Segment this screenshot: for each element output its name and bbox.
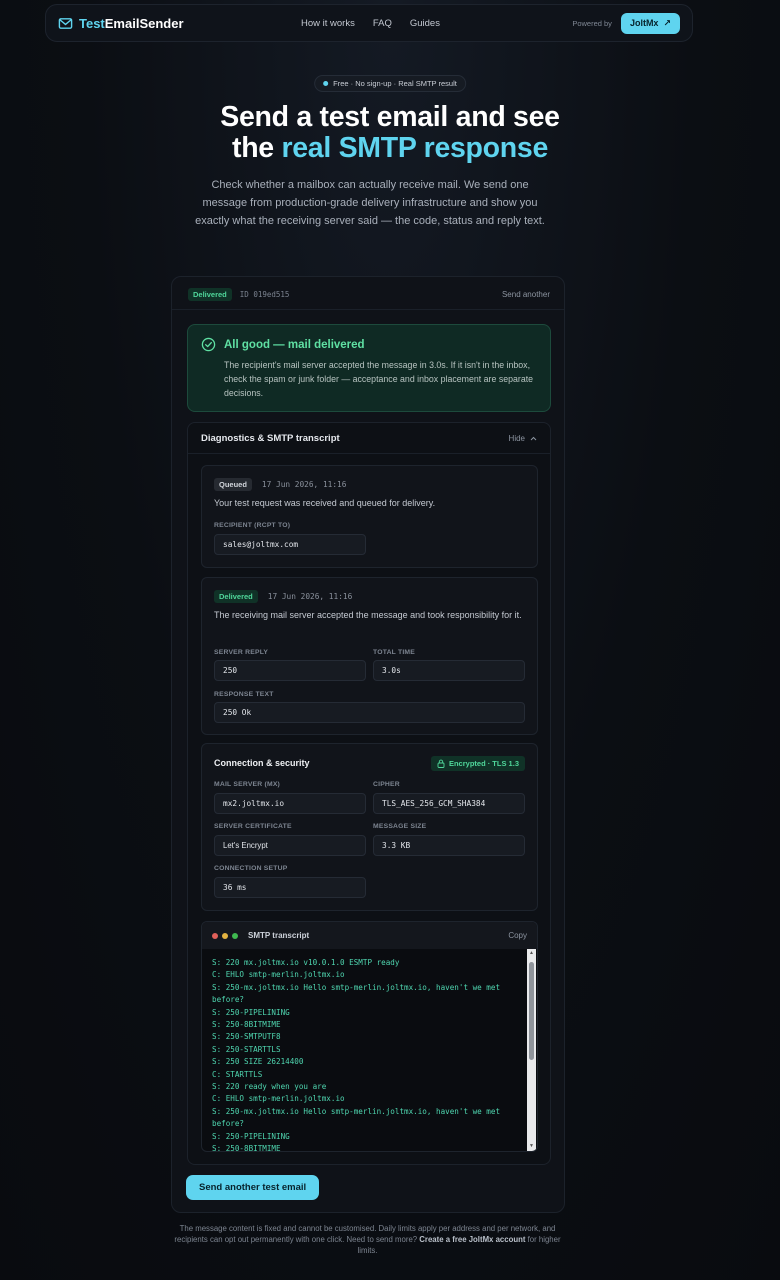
- create-account-link[interactable]: Create a free JoltMx account: [419, 1235, 525, 1244]
- pill-dot-icon: [323, 81, 329, 86]
- message-id: ID 019ed515: [239, 289, 290, 299]
- window-dot-green-icon: [232, 932, 238, 939]
- feature-pill: Free · No sign-up · Real SMTP result: [314, 75, 466, 92]
- server-reply-label: SERVER REPLY: [214, 649, 269, 656]
- message-size-label: MESSAGE SIZE: [373, 823, 427, 830]
- pill-text: Free · No sign-up · Real SMTP result: [333, 79, 457, 88]
- chevron-up-icon: [530, 436, 537, 441]
- recipient-label: RECIPIENT (RCPT TO): [214, 522, 291, 529]
- logo[interactable]: TestEmailSender: [58, 16, 184, 31]
- event-delivered: Delivered 17 Jun 2026, 11:16 The receivi…: [201, 577, 538, 735]
- delivered-badge: Delivered: [214, 590, 258, 603]
- logo-text-emailsender: EmailSender: [104, 15, 184, 31]
- server-reply-field: 250: [214, 660, 366, 681]
- page-title: Send a test email and see the real SMTP …: [0, 102, 780, 164]
- result-card: Delivered ID 019ed515 Send another All g…: [171, 276, 565, 1213]
- scrollbar-thumb[interactable]: [529, 962, 534, 1060]
- connection-setup-field: 36 ms: [214, 877, 366, 898]
- page-title-line1: Send a test email and see: [220, 101, 560, 133]
- success-alert: All good — mail delivered The recipient'…: [187, 324, 551, 412]
- divider: [188, 453, 550, 454]
- encrypted-badge-label: Encrypted · TLS 1.3: [448, 759, 519, 768]
- window-dot-yellow-icon: [222, 932, 228, 939]
- scroll-down-icon[interactable]: ▼: [529, 1144, 534, 1149]
- send-another-test-button[interactable]: Send another test email: [186, 1175, 320, 1200]
- nav-link-how-it-works[interactable]: How it works: [301, 18, 355, 29]
- queued-timestamp: 17 Jun 2026, 11:16: [261, 480, 347, 489]
- lock-icon: [437, 759, 445, 768]
- joltmx-button[interactable]: JoltMx ↗: [620, 12, 680, 34]
- status-badge: Delivered: [188, 287, 232, 301]
- nav-right: Powered by JoltMx ↗: [572, 12, 680, 34]
- page-title-line2-plain: the: [232, 132, 282, 164]
- success-title: All good — mail delivered: [224, 339, 365, 351]
- divider: [172, 309, 564, 310]
- top-nav: TestEmailSender How it works FAQ Guides …: [45, 4, 693, 42]
- event-queued: Queued 17 Jun 2026, 11:16 Your test requ…: [201, 465, 538, 568]
- hide-label: Hide: [508, 434, 525, 443]
- total-time-field: 3.0s: [373, 660, 525, 681]
- smtp-transcript: SMTP transcript Copy S: 220 mx.joltmx.io…: [201, 921, 538, 1152]
- transcript-title: SMTP transcript: [248, 931, 310, 940]
- scroll-up-icon[interactable]: ▲: [529, 951, 534, 956]
- nav-links: How it works FAQ Guides: [301, 18, 440, 29]
- delivered-text: The receiving mail server accepted the m…: [214, 610, 522, 620]
- response-text-label: RESPONSE TEXT: [214, 691, 274, 698]
- page-title-line2-accent: real SMTP response: [281, 132, 548, 164]
- result-header: Delivered ID 019ed515 Send another: [188, 287, 550, 301]
- security-title: Connection & security: [214, 758, 310, 768]
- mx-field: mx2.joltmx.io: [214, 793, 366, 814]
- transcript-toolbar: SMTP transcript Copy: [202, 922, 537, 949]
- recipient-field: sales@joltmx.com: [214, 534, 366, 555]
- delivered-timestamp: 17 Jun 2026, 11:16: [267, 592, 353, 601]
- transcript-body: S: 220 mx.joltmx.io v10.0.1.0 ESMTP read…: [212, 958, 501, 1152]
- window-dot-red-icon: [212, 932, 218, 939]
- footer-note: The message content is fixed and cannot …: [165, 1223, 570, 1256]
- cipher-label: CIPHER: [373, 781, 400, 788]
- powered-by-label: Powered by: [572, 18, 612, 28]
- diagnostics-panel: Diagnostics & SMTP transcript Hide Queue…: [187, 422, 551, 1165]
- page-subtitle: Check whether a mailbox can actually rec…: [195, 179, 545, 227]
- mx-label: MAIL SERVER (MX): [214, 781, 281, 788]
- connection-security: Connection & security Encrypted · TLS 1.…: [201, 743, 538, 911]
- cipher-field: TLS_AES_256_GCM_SHA384: [373, 793, 525, 814]
- certificate-field: Let's Encrypt: [214, 835, 366, 856]
- queued-text: Your test request was received and queue…: [214, 498, 436, 508]
- copy-button[interactable]: Copy: [508, 931, 527, 940]
- success-body: The recipient's mail server accepted the…: [224, 360, 534, 398]
- connection-setup-label: CONNECTION SETUP: [214, 865, 288, 872]
- certificate-label: SERVER CERTIFICATE: [214, 823, 292, 830]
- message-size-field: 3.3 KB: [373, 835, 525, 856]
- check-circle-icon: [201, 337, 216, 352]
- logo-text-test: Test: [79, 15, 105, 31]
- joltmx-button-label: JoltMx: [629, 18, 659, 28]
- diagnostics-title: Diagnostics & SMTP transcript: [201, 433, 340, 444]
- queued-badge: Queued: [214, 478, 252, 491]
- nav-link-faq[interactable]: FAQ: [373, 18, 392, 29]
- send-another-link[interactable]: Send another: [502, 290, 550, 299]
- nav-link-guides[interactable]: Guides: [410, 18, 440, 29]
- encrypted-badge: Encrypted · TLS 1.3: [430, 756, 525, 771]
- response-text-field: 250 Ok: [214, 702, 525, 723]
- mail-icon: [58, 17, 73, 29]
- external-arrow-icon: ↗: [663, 17, 671, 28]
- total-time-label: TOTAL TIME: [373, 649, 416, 656]
- hide-toggle[interactable]: Hide: [509, 434, 537, 443]
